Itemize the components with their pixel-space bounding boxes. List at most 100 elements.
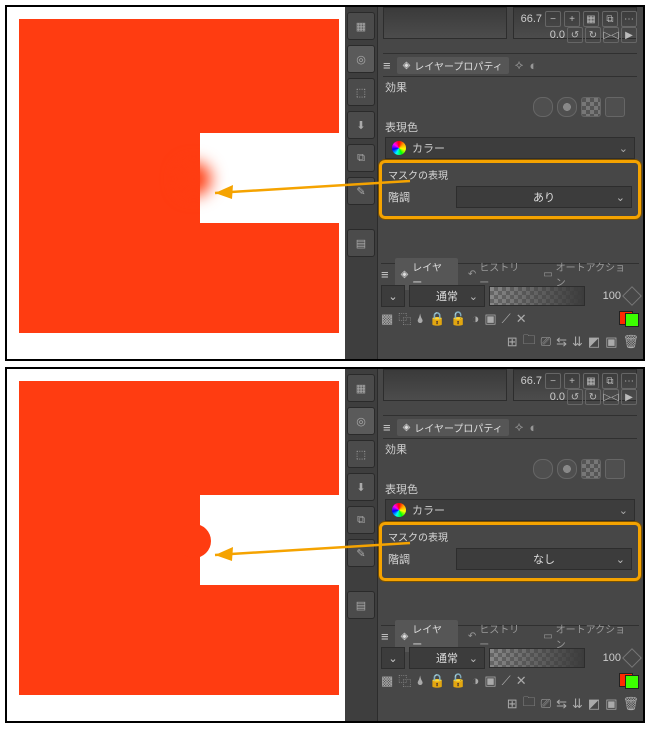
effect-outline-icon[interactable] bbox=[533, 459, 553, 479]
curve-thumb-1[interactable] bbox=[383, 369, 507, 401]
gradation-select[interactable]: なし bbox=[456, 548, 632, 570]
ruler-icon[interactable]: ⟋ bbox=[502, 311, 511, 327]
gradation-select[interactable]: あり bbox=[456, 186, 632, 208]
mask-icon[interactable]: ▣ bbox=[484, 311, 496, 327]
clip-icon[interactable]: ⿻ bbox=[398, 671, 411, 690]
flip-icon[interactable]: ▷◁ bbox=[603, 27, 619, 43]
effect-checker-icon[interactable] bbox=[581, 97, 601, 117]
effect-tone-icon[interactable] bbox=[557, 97, 577, 117]
grid-icon[interactable]: ▦ bbox=[583, 11, 599, 27]
camera-icon[interactable]: ▣ bbox=[605, 696, 617, 712]
color-swatches[interactable] bbox=[619, 311, 639, 327]
tab-icon-download[interactable]: ⬇ bbox=[347, 473, 375, 501]
overflow-icon[interactable]: ⋯ bbox=[621, 11, 637, 27]
grid-icon[interactable]: ▦ bbox=[583, 373, 599, 389]
mask-add-icon[interactable]: ◩ bbox=[588, 334, 600, 350]
overflow-icon[interactable]: ⋯ bbox=[621, 373, 637, 389]
tab-icon-edit[interactable]: ✎ bbox=[347, 539, 375, 567]
tab-icon-2[interactable]: ◎ bbox=[347, 45, 375, 73]
menu-icon[interactable]: ≡ bbox=[383, 58, 391, 73]
play-icon[interactable]: ▶ bbox=[621, 389, 637, 405]
window-icon[interactable]: ⧉ bbox=[602, 373, 618, 389]
new-folder-icon[interactable]: 🗀 bbox=[523, 693, 536, 715]
rotate-cw-icon[interactable]: ↻ bbox=[585, 27, 601, 43]
effect-checker-icon[interactable] bbox=[581, 459, 601, 479]
effect-tone-icon[interactable] bbox=[557, 459, 577, 479]
zoom-in-icon[interactable]: + bbox=[564, 11, 580, 27]
curve-thumb-1[interactable] bbox=[383, 7, 507, 39]
mask-add-icon[interactable]: ◩ bbox=[588, 696, 600, 712]
tab-icon-download[interactable]: ⬇ bbox=[347, 111, 375, 139]
layer-property-tab[interactable]: ◈レイヤープロパティ bbox=[397, 419, 509, 436]
effect-layer-icon[interactable] bbox=[605, 97, 625, 117]
tab-icon-layers[interactable]: ⧉ bbox=[347, 506, 375, 534]
blend-mode-select[interactable]: 通常 bbox=[409, 647, 485, 669]
trash-icon[interactable]: 🗑 bbox=[622, 696, 639, 712]
tab-icon-grid[interactable]: ▤ bbox=[347, 229, 375, 257]
new-layer-icon[interactable]: ⊞ bbox=[507, 334, 518, 350]
transfer-icon[interactable]: ⇆ bbox=[556, 696, 567, 712]
tab-icon-3[interactable]: ⬚ bbox=[347, 440, 375, 468]
opacity-slider[interactable] bbox=[489, 648, 585, 668]
tab-icon-edit[interactable]: ✎ bbox=[347, 177, 375, 205]
tab-icon-3[interactable]: ⬚ bbox=[347, 78, 375, 106]
menu-icon[interactable]: ≡ bbox=[381, 267, 389, 282]
trash-icon[interactable]: 🗑 bbox=[622, 334, 639, 350]
checker-icon[interactable]: ▩ bbox=[381, 673, 393, 689]
effect-layer-icon[interactable] bbox=[605, 459, 625, 479]
rotate-ccw-icon[interactable]: ↺ bbox=[567, 389, 583, 405]
zoom-out-icon[interactable]: − bbox=[545, 11, 561, 27]
zoom-in-icon[interactable]: + bbox=[564, 373, 580, 389]
menu-icon[interactable]: ≡ bbox=[383, 420, 391, 435]
tab-icon-1[interactable]: ▦ bbox=[347, 12, 375, 40]
blend-mode-select[interactable]: 通常 bbox=[409, 285, 485, 307]
color-swatches[interactable] bbox=[619, 673, 639, 689]
clip-icon[interactable]: ⿻ bbox=[398, 309, 411, 328]
new-correct-icon[interactable]: ⎚ bbox=[541, 334, 551, 350]
rotate-cw-icon[interactable]: ↻ bbox=[585, 389, 601, 405]
opacity-stepper[interactable] bbox=[622, 286, 642, 306]
palette-picker[interactable]: ⌄ bbox=[381, 647, 405, 669]
lock-icon[interactable]: 🔒 bbox=[429, 673, 445, 689]
window-icon[interactable]: ⧉ bbox=[602, 11, 618, 27]
ruler-icon[interactable]: ⟋ bbox=[502, 673, 511, 689]
tab-icon-layers[interactable]: ⧉ bbox=[347, 144, 375, 172]
opacity-stepper[interactable] bbox=[622, 648, 642, 668]
ref-icon[interactable]: ◑ bbox=[472, 673, 480, 688]
flip-icon[interactable]: ▷◁ bbox=[603, 389, 619, 405]
new-folder-icon[interactable]: 🗀 bbox=[523, 331, 536, 353]
tab-icon-grid[interactable]: ▤ bbox=[347, 591, 375, 619]
effect-outline-icon[interactable] bbox=[533, 97, 553, 117]
extra-tab-2-icon[interactable]: ◐ bbox=[529, 420, 537, 435]
play-icon[interactable]: ▶ bbox=[621, 27, 637, 43]
zoom-out-icon[interactable]: − bbox=[545, 373, 561, 389]
tab-icon-1[interactable]: ▦ bbox=[347, 374, 375, 402]
tab-icon-2[interactable]: ◎ bbox=[347, 407, 375, 435]
fx-icon[interactable]: ✕ bbox=[516, 673, 527, 689]
extra-tab-1-icon[interactable]: ⟡ bbox=[515, 419, 524, 435]
color-mode-select[interactable]: カラー ⌄ bbox=[385, 499, 635, 521]
menu-icon[interactable]: ≡ bbox=[381, 629, 389, 644]
extra-tab-1-icon[interactable]: ⟡ bbox=[515, 57, 524, 73]
palette-picker[interactable]: ⌄ bbox=[381, 285, 405, 307]
lock-alpha-icon[interactable]: 🔓 bbox=[450, 311, 466, 327]
opacity-slider[interactable] bbox=[489, 286, 585, 306]
rotate-ccw-icon[interactable]: ↺ bbox=[567, 27, 583, 43]
lock-alpha-icon[interactable]: 🔓 bbox=[450, 673, 466, 689]
camera-icon[interactable]: ▣ bbox=[605, 334, 617, 350]
mask-icon[interactable]: ▣ bbox=[484, 673, 496, 689]
new-layer-icon[interactable]: ⊞ bbox=[507, 696, 518, 712]
color-mode-select[interactable]: カラー ⌄ bbox=[385, 137, 635, 159]
layer-property-tab[interactable]: ◈レイヤープロパティ bbox=[397, 57, 509, 74]
fx-icon[interactable]: ✕ bbox=[516, 311, 527, 327]
new-correct-icon[interactable]: ⎚ bbox=[541, 696, 551, 712]
drop-icon[interactable]: 🌢 bbox=[416, 311, 424, 327]
lock-icon[interactable]: 🔒 bbox=[429, 311, 445, 327]
transfer-icon[interactable]: ⇆ bbox=[556, 334, 567, 350]
drop-icon[interactable]: 🌢 bbox=[416, 673, 424, 689]
ref-icon[interactable]: ◑ bbox=[472, 311, 480, 326]
extra-tab-2-icon[interactable]: ◐ bbox=[529, 58, 537, 73]
checker-icon[interactable]: ▩ bbox=[381, 311, 393, 327]
merge-icon[interactable]: ⇊ bbox=[572, 334, 583, 350]
merge-icon[interactable]: ⇊ bbox=[572, 696, 583, 712]
